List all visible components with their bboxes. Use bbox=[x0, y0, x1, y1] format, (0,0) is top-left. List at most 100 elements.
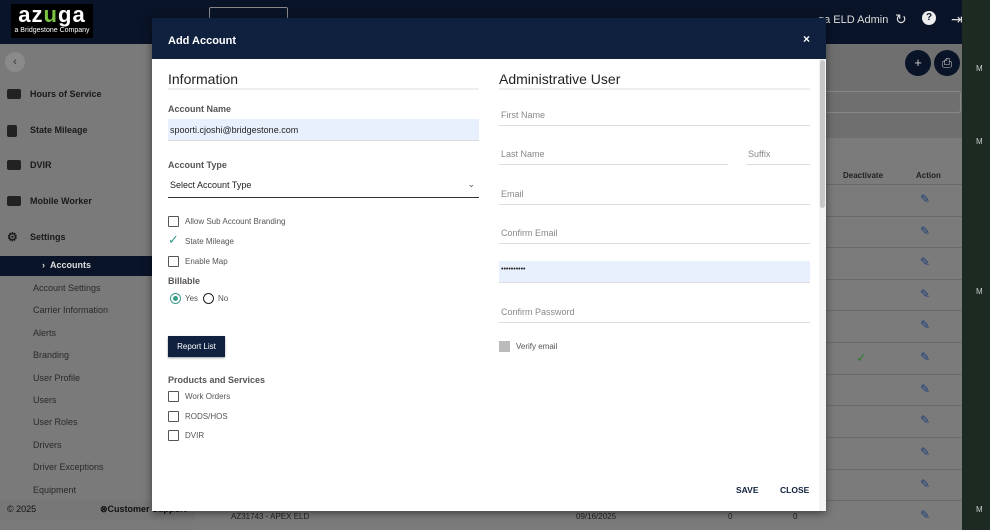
background-window bbox=[962, 0, 990, 530]
row-divider bbox=[826, 342, 962, 343]
logo-subtitle: a Bridgestone Company bbox=[14, 27, 90, 34]
edit-pencil-icon[interactable]: ✎ bbox=[920, 508, 930, 522]
gear-icon: ⚙ bbox=[7, 230, 18, 244]
table-cell-count: 0 bbox=[728, 512, 733, 521]
report-list-button[interactable]: Report List bbox=[168, 336, 225, 357]
scrollbar-thumb[interactable] bbox=[820, 60, 825, 208]
password-input[interactable]: •••••••••• bbox=[499, 261, 810, 283]
label: State Mileage bbox=[30, 125, 88, 135]
work-orders-checkbox[interactable] bbox=[168, 391, 179, 402]
edit-pencil-icon[interactable]: ✎ bbox=[920, 255, 930, 269]
table-cell-date: 09/16/2025 bbox=[576, 512, 617, 521]
row-divider bbox=[826, 469, 962, 470]
option-label: Enable Map bbox=[185, 257, 228, 266]
account-name-input[interactable]: spoorti.cjoshi@bridgestone.com bbox=[168, 119, 479, 141]
dialog-title: Add Account bbox=[168, 35, 237, 47]
sidebar-subitem[interactable]: Drivers bbox=[33, 440, 62, 450]
chevron-down-icon: ⌄ bbox=[467, 179, 475, 189]
option-label: State Mileage bbox=[185, 237, 234, 246]
first-name-input[interactable]: First Name bbox=[499, 106, 810, 126]
row-divider bbox=[826, 279, 962, 280]
row-divider bbox=[826, 310, 962, 311]
print-icon[interactable]: ⎙ bbox=[934, 50, 960, 76]
user-name[interactable]: ga ELD Admin bbox=[818, 14, 888, 26]
sidebar-subitem[interactable]: Alerts bbox=[33, 328, 56, 338]
allow-sub-account-branding-checkbox[interactable] bbox=[168, 216, 179, 227]
sidebar-subitem[interactable]: Account Settings bbox=[33, 283, 101, 293]
option-label: Allow Sub Account Branding bbox=[185, 217, 286, 226]
row-divider bbox=[826, 247, 962, 248]
sidebar-subitem[interactable]: Carrier Information bbox=[33, 305, 108, 315]
azuga-logo[interactable]: azuga a Bridgestone Company bbox=[11, 4, 93, 38]
edit-pencil-icon[interactable]: ✎ bbox=[920, 382, 930, 396]
sidebar-subitem[interactable]: Equipment bbox=[33, 485, 76, 495]
help-icon[interactable]: ? bbox=[922, 11, 936, 25]
save-button[interactable]: SAVE bbox=[736, 485, 759, 495]
sidebar-subitem[interactable]: Branding bbox=[33, 350, 69, 360]
information-heading: Information bbox=[168, 71, 239, 87]
bg-text: M bbox=[976, 64, 983, 73]
edit-pencil-icon[interactable]: ✎ bbox=[920, 445, 930, 459]
account-type-label: Account Type bbox=[168, 160, 227, 170]
dvir-checkbox[interactable] bbox=[168, 430, 179, 441]
edit-pencil-icon[interactable]: ✎ bbox=[920, 224, 930, 238]
label: Accounts bbox=[50, 260, 92, 270]
confirm-password-input[interactable]: Confirm Password bbox=[499, 303, 810, 323]
add-button[interactable]: + bbox=[905, 50, 931, 76]
confirm-email-input[interactable]: Confirm Email bbox=[499, 224, 810, 244]
briefcase-icon bbox=[7, 196, 21, 206]
bg-text: M bbox=[976, 505, 983, 514]
row-divider bbox=[826, 437, 962, 438]
edit-pencil-icon[interactable]: ✎ bbox=[920, 413, 930, 427]
label: DVIR bbox=[30, 160, 52, 170]
billable-no-radio[interactable] bbox=[203, 293, 214, 304]
collapse-sidebar-button[interactable]: ‹ bbox=[5, 52, 25, 72]
divider bbox=[499, 88, 810, 90]
row-divider bbox=[826, 500, 962, 501]
product-label: DVIR bbox=[185, 431, 205, 440]
edit-pencil-icon[interactable]: ✎ bbox=[920, 350, 930, 364]
state-mileage-checkbox-checked[interactable]: ✓ bbox=[168, 232, 179, 248]
sidebar-subitem[interactable]: Driver Exceptions bbox=[33, 462, 104, 472]
verify-email-checkbox[interactable] bbox=[499, 341, 510, 352]
edit-pencil-icon[interactable]: ✎ bbox=[920, 477, 930, 491]
bg-text: M bbox=[976, 287, 983, 296]
sidebar-subitem[interactable]: User Profile bbox=[33, 373, 80, 383]
fuel-icon bbox=[7, 125, 17, 137]
edit-pencil-icon[interactable]: ✎ bbox=[920, 318, 930, 332]
refresh-icon[interactable]: ↻ bbox=[895, 11, 907, 28]
enable-map-checkbox[interactable] bbox=[168, 256, 179, 267]
row-divider bbox=[826, 216, 962, 217]
sidebar-item-accounts[interactable]: › Accounts bbox=[0, 256, 152, 276]
search-input[interactable] bbox=[826, 91, 961, 113]
edit-pencil-icon[interactable]: ✎ bbox=[920, 287, 930, 301]
suffix-input[interactable]: Suffix bbox=[746, 145, 810, 165]
divider bbox=[168, 88, 479, 90]
verify-email-label: Verify email bbox=[516, 342, 558, 351]
radio-label: Yes bbox=[185, 294, 199, 303]
logout-icon[interactable]: ⇥ bbox=[951, 11, 963, 28]
radio-label: No bbox=[218, 294, 229, 303]
close-button[interactable]: CLOSE bbox=[780, 485, 809, 495]
email-input[interactable]: Email bbox=[499, 185, 810, 205]
account-type-select[interactable]: Select Account Type ⌄ bbox=[168, 176, 479, 198]
edit-pencil-icon[interactable]: ✎ bbox=[920, 192, 930, 206]
table-cell-account: AZ31743 - APEX ELD bbox=[231, 512, 310, 521]
billable-yes-radio[interactable] bbox=[170, 293, 181, 304]
row-divider bbox=[826, 405, 962, 406]
table-cell-count: 0 bbox=[793, 512, 798, 521]
last-name-input[interactable]: Last Name bbox=[499, 145, 728, 165]
sidebar-subitem[interactable]: Users bbox=[33, 395, 57, 405]
column-deactivate: Deactivate bbox=[843, 171, 884, 180]
label: Hours of Service bbox=[30, 89, 102, 99]
row-divider bbox=[826, 184, 962, 185]
rods-hos-checkbox[interactable] bbox=[168, 411, 179, 422]
dvir-icon bbox=[7, 160, 21, 170]
close-icon[interactable]: × bbox=[803, 32, 810, 46]
product-label: RODS/HOS bbox=[185, 412, 228, 421]
label: Mobile Worker bbox=[30, 196, 92, 206]
column-action: Action bbox=[916, 171, 941, 180]
label: Settings bbox=[30, 232, 66, 242]
sidebar-subitem[interactable]: User Roles bbox=[33, 417, 78, 427]
product-label: Work Orders bbox=[185, 392, 231, 401]
